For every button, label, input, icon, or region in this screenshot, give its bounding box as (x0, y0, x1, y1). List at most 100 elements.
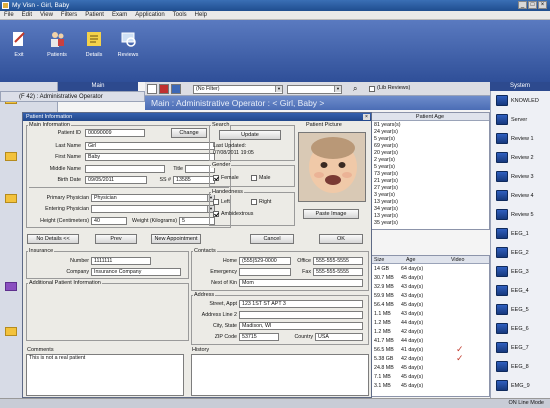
emergency-phone-field[interactable] (239, 268, 291, 276)
prev-button[interactable]: Prev (95, 234, 137, 244)
exit-button[interactable]: Exit (4, 30, 34, 58)
calendar-icon[interactable] (147, 84, 157, 94)
system-item[interactable]: EEG_1 (493, 225, 550, 243)
folder-icon[interactable] (5, 152, 17, 161)
list-item[interactable]: 24 year(s) (374, 129, 398, 135)
video-column-header[interactable]: Video (451, 257, 464, 263)
list-item[interactable]: 13 year(s) (374, 213, 398, 219)
menu-exam[interactable]: Exam (112, 11, 127, 19)
address-line-2-field[interactable] (239, 311, 363, 319)
cancel-button[interactable]: Cancel (250, 234, 294, 244)
table-row-size[interactable]: 24.8 MB (374, 365, 394, 371)
table-row-age[interactable]: 64 day(s) (401, 266, 423, 272)
list-item[interactable]: 5 year(s) (374, 136, 395, 142)
table-row-age[interactable]: 42 day(s) (401, 329, 423, 335)
table-row-age[interactable]: 44 day(s) (401, 320, 423, 326)
table-row-size[interactable]: 1.2 MB (374, 320, 391, 326)
birth-date-field[interactable]: 09/05/2011 (85, 176, 147, 184)
primary-physician-select[interactable]: Physician ▼ (91, 194, 215, 202)
patient-age-header[interactable]: Patient Age (371, 113, 489, 121)
table-row-size[interactable]: 3.1 MB (374, 383, 391, 389)
table-row-age[interactable]: 45 day(s) (401, 365, 423, 371)
insurance-company-field[interactable]: Insurance Company (91, 268, 181, 276)
menu-filters[interactable]: Filters (61, 11, 77, 19)
comments-textarea[interactable]: This is not a real patient (26, 354, 184, 396)
list-item[interactable]: 13 year(s) (374, 199, 398, 205)
paste-image-button[interactable]: Paste Image (303, 209, 359, 219)
system-item[interactable]: Review 4 (493, 187, 550, 205)
system-item[interactable]: EEG_3 (493, 263, 550, 281)
maximize-button[interactable]: □ (528, 1, 537, 9)
update-button[interactable]: Update (219, 130, 281, 140)
table-row-size[interactable]: 59.9 MB (374, 293, 394, 299)
table-row-age[interactable]: 43 day(s) (401, 311, 423, 317)
dialog-close-button[interactable]: × (363, 114, 370, 120)
system-item[interactable]: KNOWLED (493, 92, 550, 110)
system-item[interactable]: EEG_4 (493, 282, 550, 300)
table-row-age[interactable]: 43 day(s) (401, 284, 423, 290)
filter-icon[interactable] (159, 84, 169, 94)
filter-select[interactable]: (No Filter) ▼ (193, 85, 283, 94)
table-row-size[interactable]: 56.4 MB (374, 302, 394, 308)
home-phone-field[interactable]: (555)529-0000 (239, 257, 291, 265)
close-button[interactable]: × (538, 1, 547, 9)
system-item[interactable]: EEG_6 (493, 320, 550, 338)
table-row-size[interactable]: 1.1 MB (374, 311, 391, 317)
list-item[interactable]: 27 year(s) (374, 185, 398, 191)
new-appointment-button[interactable]: New Appointment (151, 234, 201, 244)
female-checkbox[interactable] (213, 175, 219, 181)
history-textarea[interactable] (191, 354, 369, 396)
table-row-size[interactable]: 41.7 MB (374, 338, 394, 344)
no-details-button[interactable]: No Details << (27, 234, 79, 244)
table-row-age[interactable]: 45 day(s) (401, 302, 423, 308)
system-item[interactable]: Review 2 (493, 149, 550, 167)
system-item[interactable]: EEG_2 (493, 244, 550, 262)
table-row-size[interactable]: 5.38 GB (374, 356, 393, 362)
table-row-size[interactable]: 14 GB (374, 266, 389, 272)
age-column-header[interactable]: Age (406, 257, 415, 263)
menu-view[interactable]: View (40, 11, 53, 19)
first-name-field[interactable]: Baby (85, 153, 215, 161)
lib-reviews-checkbox[interactable] (369, 86, 375, 92)
list-item[interactable]: 81 years(s) (374, 122, 401, 128)
secondary-select[interactable]: ▼ (287, 85, 342, 94)
table-row-age[interactable]: 41 day(s) (401, 347, 423, 353)
minimize-button[interactable]: _ (518, 1, 527, 9)
grid-icon[interactable] (171, 84, 181, 94)
table-row-age[interactable]: 42 day(s) (401, 356, 423, 362)
list-item[interactable]: 3 year(s) (374, 192, 395, 198)
table-row-size[interactable]: 56.5 MB (374, 347, 394, 353)
list-item[interactable]: 73 year(s) (374, 171, 398, 177)
list-item[interactable]: 21 year(s) (374, 178, 398, 184)
last-name-field[interactable]: Girl (85, 142, 215, 150)
menu-tools[interactable]: Tools (173, 11, 187, 19)
table-row-age[interactable]: 44 day(s) (401, 338, 423, 344)
entering-physician-select[interactable]: ▼ (91, 205, 215, 213)
country-field[interactable]: USA (315, 333, 363, 341)
table-row-size[interactable]: 32.9 MB (374, 284, 394, 290)
menu-help[interactable]: Help (195, 11, 207, 19)
next-of-kin-field[interactable]: Mom (239, 279, 363, 287)
patient-id-field[interactable]: 00090009 (85, 129, 145, 137)
office-phone-field[interactable]: 555-555-5555 (313, 257, 363, 265)
table-row-age[interactable]: 43 day(s) (401, 293, 423, 299)
table-row-age[interactable]: 45 day(s) (401, 383, 423, 389)
folder-icon[interactable] (5, 327, 17, 336)
insurance-number-field[interactable]: 1111111 (91, 257, 151, 265)
system-item[interactable]: Review 5 (493, 206, 550, 224)
binoculars-icon[interactable]: ⌕ (353, 84, 363, 94)
list-item[interactable]: 69 year(s) (374, 143, 398, 149)
menu-application[interactable]: Application (135, 11, 164, 19)
system-item[interactable]: Server (493, 111, 550, 129)
system-item[interactable]: EEG_5 (493, 301, 550, 319)
folder-icon[interactable] (5, 282, 17, 291)
city-state-field[interactable]: Madison, WI (239, 322, 363, 330)
folder-icon[interactable] (5, 194, 17, 203)
size-column-header[interactable]: Size (374, 257, 384, 263)
patients-button[interactable]: Patients (42, 30, 72, 58)
list-item[interactable]: 2 year(s) (374, 157, 395, 163)
system-item[interactable]: EEG_8 (493, 358, 550, 376)
system-item[interactable]: EEG_7 (493, 339, 550, 357)
male-checkbox[interactable] (251, 175, 257, 181)
details-button[interactable]: Details (79, 30, 109, 58)
